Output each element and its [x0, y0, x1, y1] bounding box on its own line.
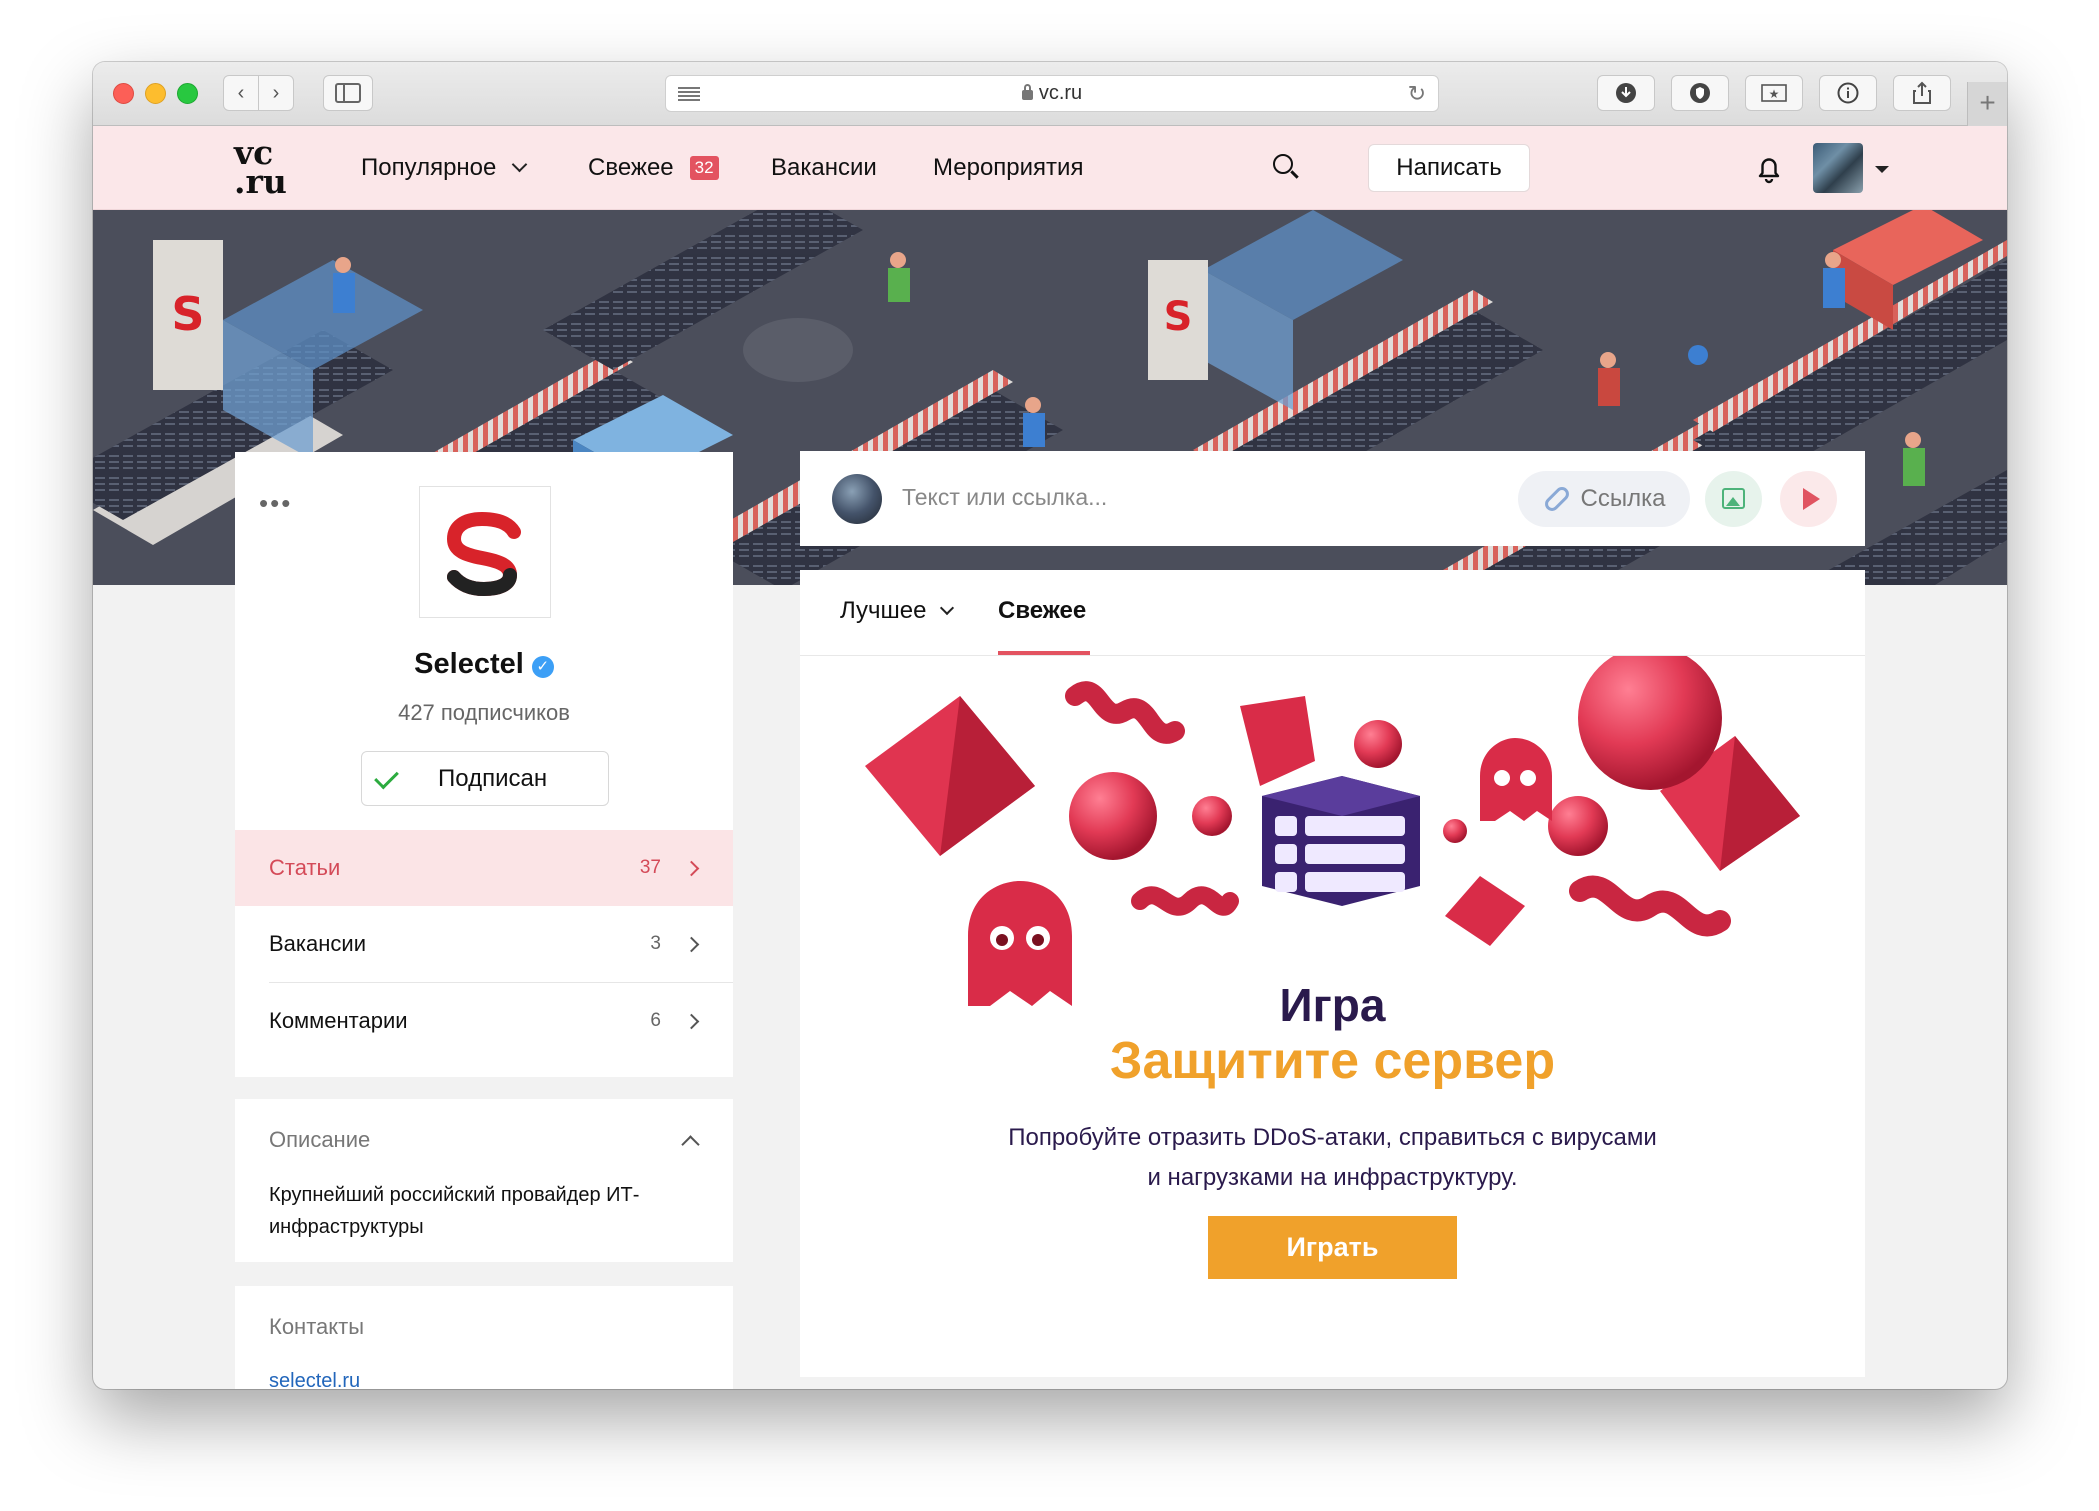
add-link-label: Ссылка — [1580, 485, 1666, 512]
shield-icon[interactable] — [1671, 75, 1729, 111]
nav-fresh[interactable]: Свежее 32 — [588, 154, 719, 182]
lock-icon — [1021, 83, 1033, 100]
subscribed-button[interactable]: Подписан — [361, 751, 609, 806]
feed-tabs: Лучшее Свежее — [800, 570, 1865, 656]
video-icon[interactable] — [1780, 471, 1837, 527]
profile-menu-vacancies[interactable]: Вакансии 3 — [235, 906, 733, 982]
subscribers-count: 427 подписчиков — [398, 700, 570, 725]
nav-popular[interactable]: Популярное — [361, 154, 528, 182]
bookmark-star-icon[interactable]: ★ — [1745, 75, 1803, 111]
post-composer: Текст или ссылка... Ссылка — [800, 451, 1865, 546]
selectel-logo — [419, 486, 551, 618]
composer-input[interactable]: Текст или ссылка... — [902, 484, 1107, 511]
menu-count: 3 — [650, 933, 661, 954]
contact-website-link[interactable]: selectel.ru — [269, 1370, 360, 1389]
promo-text: Попробуйте отразить DDoS-атаки, справить… — [1008, 1124, 1657, 1191]
menu-count: 37 — [639, 857, 661, 878]
profile-menu-articles[interactable]: Статьи 37 — [235, 830, 733, 906]
profile-card: ••• Selectel ✓ 427 подписчиков Подписан С… — [235, 452, 733, 1077]
more-options-icon[interactable]: ••• — [259, 488, 292, 519]
active-tab-indicator — [998, 651, 1090, 655]
sidebar-icon[interactable] — [323, 75, 373, 111]
reload-icon[interactable]: ↻ — [1408, 81, 1426, 107]
nav-fresh-label: Свежее — [588, 154, 674, 181]
composer-avatar — [832, 474, 882, 524]
description-card: Описание Крупнейший российский провайдер… — [235, 1099, 733, 1262]
info-icon[interactable] — [1819, 75, 1877, 111]
subscribed-button-label: Подписан — [438, 765, 548, 792]
chevron-down-icon — [940, 600, 955, 616]
menu-count: 6 — [650, 1010, 661, 1031]
chevron-right-icon — [683, 936, 700, 952]
feed: Лучшее Свежее Игра Защитите сервер Попро… — [800, 570, 1865, 1377]
chevron-up-icon[interactable] — [681, 1135, 700, 1154]
nav-popular-label: Популярное — [361, 154, 497, 181]
close-window-button[interactable] — [113, 83, 134, 104]
chevron-down-icon — [512, 156, 528, 172]
fresh-count-badge: 32 — [689, 156, 719, 180]
image-icon[interactable] — [1705, 471, 1762, 527]
zoom-window-button[interactable] — [177, 83, 198, 104]
nav-events-label: Мероприятия — [933, 154, 1084, 181]
vc-logo[interactable]: vc .ru — [234, 136, 287, 201]
write-button[interactable]: Написать — [1368, 144, 1530, 192]
check-icon — [374, 764, 399, 790]
chevron-left-icon[interactable]: ‹ — [223, 75, 259, 111]
menu-label: Статьи — [269, 855, 341, 880]
url-text: vc.ru — [1038, 82, 1083, 104]
menu-label: Вакансии — [269, 931, 366, 956]
logo-line-2: .ru — [234, 162, 287, 201]
nav-events[interactable]: Мероприятия — [933, 154, 1083, 182]
game-promo: Игра Защитите сервер Попробуйте отразить… — [800, 656, 1865, 1377]
user-avatar[interactable] — [1813, 143, 1863, 193]
profile-name: Selectel ✓ — [235, 648, 733, 681]
link-icon — [1541, 484, 1572, 514]
profile-name-text: Selectel — [414, 648, 524, 680]
svg-text:S: S — [171, 287, 204, 341]
site-header: vc .ru Популярное Свежее 32 Вакансии Мер… — [93, 126, 2007, 210]
chevron-right-icon — [683, 860, 700, 876]
search-icon[interactable] — [1273, 154, 1299, 180]
verified-icon: ✓ — [531, 656, 554, 678]
tab-fresh[interactable]: Свежее — [998, 597, 1086, 625]
promo-subtitle: Защитите сервер — [1109, 1032, 1556, 1090]
bell-icon[interactable] — [1755, 154, 1783, 184]
caret-down-icon[interactable] — [1875, 166, 1889, 173]
share-icon[interactable] — [1893, 75, 1951, 111]
new-tab-button[interactable]: + — [1967, 82, 2007, 126]
chevron-right-icon[interactable]: › — [258, 75, 294, 111]
browser-window: ‹ › vc.ru ↻ ★ + vc .ru Популярное Свежее… — [93, 62, 2007, 1389]
address-bar[interactable]: vc.ru ↻ — [665, 75, 1439, 112]
description-text: Крупнейший российский провайдер ИТ-инфра… — [269, 1184, 640, 1238]
contacts-title: Контакты — [269, 1314, 365, 1339]
chevron-right-icon — [683, 1013, 700, 1029]
reader-icon[interactable] — [678, 85, 700, 103]
play-button[interactable]: Играть — [1208, 1216, 1457, 1279]
browser-toolbar: ‹ › vc.ru ↻ ★ + — [93, 62, 2007, 126]
menu-label: Комментарии — [269, 1008, 408, 1033]
description-title: Описание — [269, 1127, 371, 1152]
tab-best[interactable]: Лучшее — [840, 597, 955, 625]
nav-vacancies[interactable]: Вакансии — [771, 154, 877, 182]
svg-text:S: S — [1164, 294, 1193, 340]
add-link-button[interactable]: Ссылка — [1518, 471, 1690, 527]
download-icon[interactable] — [1597, 75, 1655, 111]
nav-vacancies-label: Вакансии — [771, 154, 877, 181]
contacts-card: Контакты selectel.ru — [235, 1286, 733, 1389]
svg-text:★: ★ — [1769, 87, 1780, 101]
minimize-window-button[interactable] — [145, 83, 166, 104]
profile-menu-comments[interactable]: Комментарии 6 — [235, 983, 733, 1059]
tab-best-label: Лучшее — [840, 597, 927, 624]
promo-title: Игра — [1279, 979, 1386, 1031]
